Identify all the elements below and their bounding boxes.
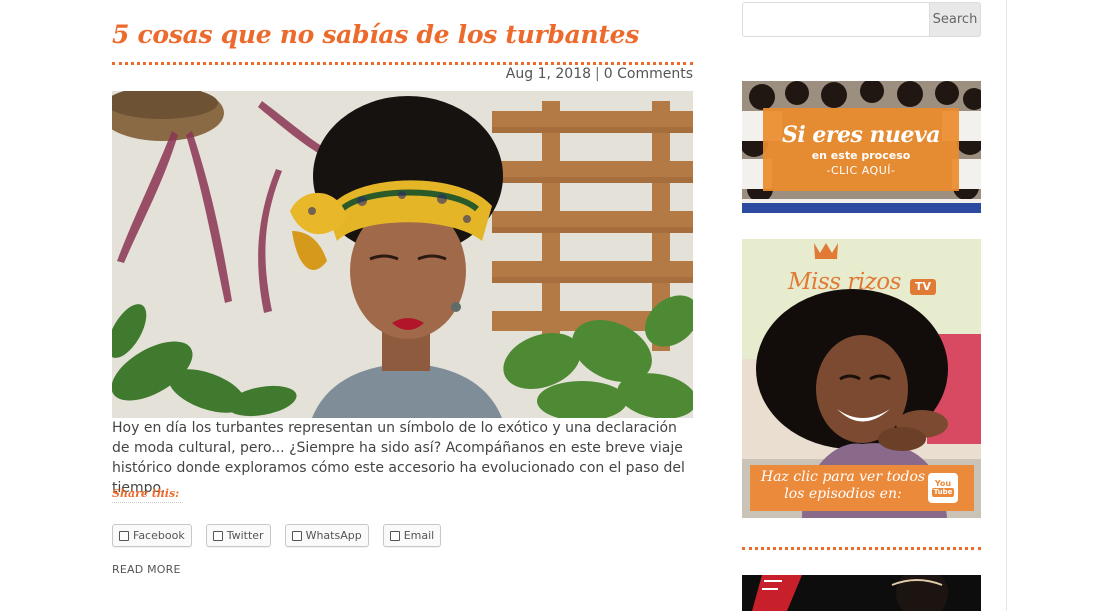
sidebar-bottom-banner[interactable]	[742, 575, 981, 611]
share-facebook-label: Facebook	[133, 529, 185, 542]
search-input[interactable]	[742, 2, 929, 37]
share-whatsapp-label: WhatsApp	[305, 529, 362, 542]
read-more-link[interactable]: READ MORE	[112, 563, 181, 576]
share-title: Share this:	[112, 487, 184, 503]
share-twitter-button[interactable]: Twitter	[205, 524, 271, 547]
youtube-icon: You Tube	[928, 473, 958, 503]
content-divider	[1006, 0, 1007, 611]
share-email-button[interactable]: Email	[382, 524, 442, 547]
tv-cta: Haz clic para ver todos los episodios en…	[750, 465, 974, 511]
share-whatsapp-button[interactable]: WhatsApp	[284, 524, 369, 547]
post-title[interactable]: 5 cosas que no sabías de los turbantes	[112, 20, 639, 49]
promo-headline: Si eres nueva	[781, 121, 941, 148]
post-excerpt: Hoy en día los turbantes representan un …	[112, 420, 685, 496]
miss-rizos-tv-banner[interactable]: Miss rizos TV Haz clic para ver todos lo…	[742, 239, 981, 518]
share-email-label: Email	[403, 529, 435, 542]
sidebar-divider	[742, 547, 981, 550]
tv-brand-name: Miss rizos	[788, 269, 901, 295]
comments-link[interactable]: 0 Comments	[604, 66, 693, 82]
share-facebook-button[interactable]: Facebook	[112, 524, 192, 547]
checkbox-icon	[389, 530, 400, 541]
meta-separator: |	[595, 66, 600, 82]
post-date: Aug 1, 2018	[505, 66, 592, 82]
search-form: Search	[742, 2, 981, 37]
promo-card: Si eres nueva en este proceso -CLIC AQUÍ…	[763, 108, 959, 191]
checkbox-icon	[212, 530, 223, 541]
promo-subline: en este proceso	[811, 148, 911, 162]
promo-cta: -CLIC AQUÍ-	[826, 163, 896, 177]
tv-cta-text: Haz clic para ver todos los episodios en…	[760, 469, 926, 502]
title-divider	[112, 62, 693, 65]
bottom-banner-illustration	[742, 575, 981, 611]
search-button[interactable]: Search	[929, 2, 981, 37]
youtube-you-label: You	[934, 479, 952, 488]
checkbox-icon	[291, 530, 302, 541]
new-here-promo-banner[interactable]: Si eres nueva en este proceso -CLIC AQUÍ…	[742, 81, 981, 213]
checkbox-icon	[119, 530, 129, 541]
post-meta: Aug 1, 2018 | 0 Comments	[506, 66, 693, 82]
tv-badge: TV	[910, 279, 937, 295]
featured-image-illustration	[112, 91, 693, 418]
share-twitter-label: Twitter	[226, 529, 264, 542]
featured-image[interactable]	[112, 91, 693, 418]
share-buttons: Facebook Twitter WhatsApp Email	[112, 524, 442, 547]
youtube-tube-label: Tube	[931, 488, 955, 497]
